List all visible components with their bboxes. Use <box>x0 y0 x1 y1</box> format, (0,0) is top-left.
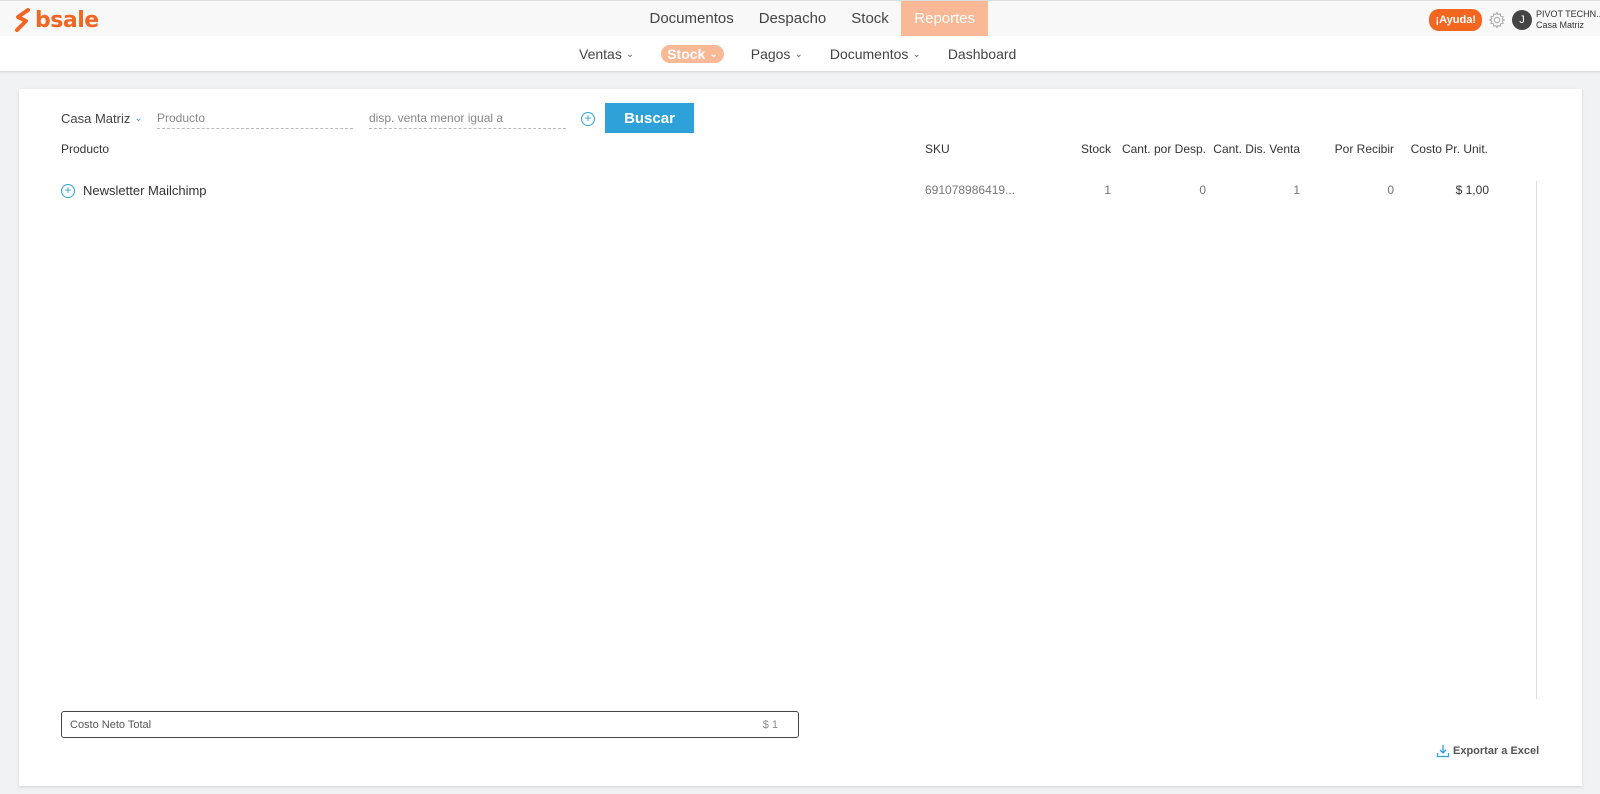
main-nav: Documentos Despacho Stock Reportes <box>637 1 989 37</box>
subnav-stock-label: Stock <box>667 46 706 62</box>
subnav-documentos-label: Documentos <box>829 46 909 62</box>
subnav-dashboard-label: Dashboard <box>947 46 1017 62</box>
branch-selector-label: Casa Matriz <box>61 110 131 126</box>
table-scrollbar[interactable] <box>1536 181 1537 699</box>
expand-row-icon[interactable]: + <box>61 183 75 198</box>
row-product-cell: + Newsletter Mailchimp <box>61 183 207 198</box>
header-por-recibir[interactable]: Por Recibir <box>1335 142 1394 156</box>
table-row[interactable]: + Newsletter Mailchimp 691078986419... 1… <box>19 183 1582 201</box>
main-nav-documentos[interactable]: Documentos <box>637 1 746 37</box>
avatar[interactable]: J <box>1512 10 1532 30</box>
row-por-recibir: 0 <box>1387 183 1394 197</box>
main-nav-despacho[interactable]: Despacho <box>746 1 839 37</box>
row-cant-desp: 0 <box>1199 183 1206 197</box>
gear-icon[interactable] <box>1488 11 1506 29</box>
top-bar: bsale Documentos Despacho Stock Reportes… <box>0 0 1600 37</box>
header-stock[interactable]: Stock <box>1081 142 1111 156</box>
help-button[interactable]: ¡Ayuda! <box>1429 9 1482 31</box>
subnav-pagos[interactable]: Pagos ⌄ <box>751 46 803 62</box>
total-cost-label: Costo Neto Total <box>70 718 152 731</box>
header-sku[interactable]: SKU <box>925 142 950 156</box>
subnav-ventas[interactable]: Ventas ⌄ <box>579 46 634 62</box>
add-filter-icon[interactable]: + <box>581 112 595 126</box>
chevron-down-icon: ⌄ <box>134 112 143 124</box>
subnav-dashboard[interactable]: Dashboard <box>948 46 1017 62</box>
export-excel-label: Exportar a Excel <box>1453 745 1540 757</box>
main-nav-stock[interactable]: Stock <box>839 1 902 37</box>
subnav-pagos-label: Pagos <box>750 46 791 62</box>
header-cant-dis[interactable]: Cant. Dis. Venta <box>1213 142 1300 156</box>
row-costo: $ 1,00 <box>1455 183 1489 197</box>
subnav-ventas-label: Ventas <box>579 46 622 62</box>
filter-bar: Casa Matriz ⌄ + Buscar <box>61 103 694 133</box>
total-cost-value: $ 1 <box>762 718 778 731</box>
table-header: Producto SKU Stock Cant. por Desp. Cant.… <box>19 142 1582 160</box>
company-name: PIVOT TECHN... <box>1536 9 1600 19</box>
brand-name: bsale <box>35 7 99 33</box>
download-icon <box>1436 745 1450 758</box>
top-right-area: ¡Ayuda! J PIVOT TECHN... Casa Matriz <box>1429 7 1600 33</box>
header-product[interactable]: Producto <box>61 142 109 156</box>
export-excel-link[interactable]: Exportar a Excel <box>1436 744 1539 758</box>
search-button[interactable]: Buscar <box>605 103 694 133</box>
header-cant-desp[interactable]: Cant. por Desp. <box>1122 142 1206 156</box>
disp-venta-input[interactable] <box>369 107 566 129</box>
chevron-down-icon: ⌄ <box>709 48 718 60</box>
report-card: Casa Matriz ⌄ + Buscar Producto SKU Stoc… <box>19 89 1582 786</box>
branch-selector[interactable]: Casa Matriz ⌄ <box>61 111 157 126</box>
row-stock: 1 <box>1104 183 1111 197</box>
subnav-documentos[interactable]: Documentos ⌄ <box>830 46 921 62</box>
product-input[interactable] <box>157 107 353 129</box>
row-cant-dis: 1 <box>1293 183 1300 197</box>
bsale-logo[interactable]: bsale <box>14 7 99 33</box>
row-sku: 691078986419... <box>925 183 1016 197</box>
total-cost-box: Costo Neto Total $ 1 <box>61 711 799 738</box>
bsale-logo-icon <box>15 8 30 32</box>
company-info[interactable]: PIVOT TECHN... Casa Matriz <box>1536 9 1600 31</box>
sub-nav: Ventas ⌄ Stock ⌄ Pagos ⌄ Documentos ⌄ Da… <box>0 36 1600 72</box>
row-product-name: Newsletter Mailchimp <box>83 183 207 198</box>
main-nav-reportes[interactable]: Reportes <box>901 1 989 37</box>
chevron-down-icon: ⌄ <box>794 48 803 60</box>
subnav-stock[interactable]: Stock ⌄ <box>661 45 724 63</box>
chevron-down-icon: ⌄ <box>625 48 635 60</box>
company-branch: Casa Matriz <box>1536 20 1585 30</box>
chevron-down-icon: ⌄ <box>912 48 921 60</box>
header-costo[interactable]: Costo Pr. Unit. <box>1411 142 1488 156</box>
